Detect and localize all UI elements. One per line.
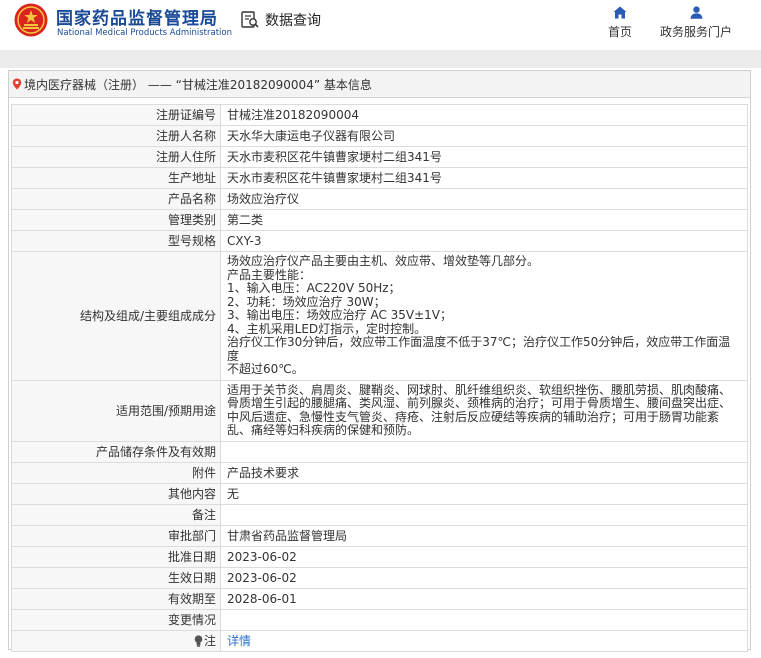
- search-document-icon: [241, 11, 259, 28]
- table-row-scope: 适用范围/预期用途 适用于关节炎、肩周炎、腱鞘炎、网球肘、肌纤维组织炎、软组织挫…: [11, 379, 748, 442]
- scope-line: 适用于关节炎、肩周炎、腱鞘炎、网球肘、肌纤维组织炎、软组织挫伤、腰肌劳损、肌肉酸…: [227, 382, 732, 397]
- panel-title-bar: 境内医疗器械（注册） —— “甘械注准20182090004” 基本信息: [9, 71, 750, 98]
- structure-value: 场效应治疗仪产品主要由主机、效应带、增效垫等几部分。 产品主要性能： 1、输入电…: [220, 251, 748, 381]
- field-value: 2023-06-02: [220, 545, 748, 568]
- field-label: 审批部门: [11, 524, 221, 547]
- location-pin-icon: [12, 78, 22, 90]
- field-label: 注册人住所: [11, 146, 221, 168]
- field-label: 适用范围/预期用途: [11, 379, 221, 442]
- field-label: 附件: [11, 461, 221, 484]
- national-emblem-logo[interactable]: [14, 3, 48, 37]
- field-label: 有效期至: [11, 587, 221, 610]
- field-label: 其他内容: [11, 482, 221, 505]
- field-value: [220, 608, 748, 631]
- field-value: 天水市麦积区花牛镇曹家埂村二组341号: [220, 167, 748, 189]
- note-label-cell: 注: [11, 629, 221, 652]
- field-value: [220, 440, 748, 463]
- table-row-structure: 结构及组成/主要组成成分 场效应治疗仪产品主要由主机、效应带、增效垫等几部分。 …: [11, 251, 748, 381]
- field-value: 无: [220, 482, 748, 505]
- info-table: 注册证编号 甘械注准20182090004 注册人名称 天水华大康运电子仪器有限…: [11, 104, 748, 652]
- field-value: 场效应治疗仪: [220, 188, 748, 210]
- field-label: 批准日期: [11, 545, 221, 568]
- field-label: 生效日期: [11, 566, 221, 589]
- structure-line: 1、输入电压：AC220V 50Hz；: [227, 281, 401, 295]
- table-row: 产品储存条件及有效期: [11, 440, 748, 463]
- field-value: 甘肃省药品监督管理局: [220, 524, 748, 547]
- header-divider: [0, 50, 761, 68]
- field-label: 注册人名称: [11, 125, 221, 147]
- table-row: 变更情况: [11, 608, 748, 631]
- note-label: 注: [203, 633, 216, 648]
- table-row: 批准日期 2023-06-02: [11, 545, 748, 568]
- field-label: 备注: [11, 503, 221, 526]
- field-label: 管理类别: [11, 209, 221, 231]
- scope-line: 中风后遗症、急慢性支气管炎、痔疮、注射后反应硬结等疾病的辅助治疗；可用于肠胃功能…: [227, 409, 720, 424]
- table-row: 管理类别 第二类: [11, 209, 748, 231]
- structure-line: 不超过60℃。: [227, 362, 304, 376]
- nav-home[interactable]: 首页: [604, 6, 636, 40]
- table-row: 审批部门 甘肃省药品监督管理局: [11, 524, 748, 547]
- structure-line: 2、功耗：场效应治疗 30W；: [227, 294, 386, 309]
- scope-line: 乱、痛经等妇科疾病的保健和预防。: [227, 423, 420, 437]
- field-value: 2028-06-01: [220, 587, 748, 610]
- user-icon: [690, 6, 702, 19]
- structure-line: 3、输出电压：场效应治疗 AC 35V±1V；: [227, 308, 453, 322]
- table-row: 生效日期 2023-06-02: [11, 566, 748, 589]
- nav-gov-portal-label: 政务服务门户: [659, 25, 732, 39]
- field-value: 产品技术要求: [220, 461, 748, 484]
- table-row: 生产地址 天水市麦积区花牛镇曹家埂村二组341号: [11, 167, 748, 189]
- field-value: 甘械注准20182090004: [220, 104, 748, 126]
- scope-line: 骨质增生引起的腰腿痛、类风湿、前列腺炎、颈椎病的治疗；可用于骨质增生、腰间盘突出…: [227, 396, 732, 410]
- table-row: 型号规格 CXY-3: [11, 230, 748, 252]
- note-value: 详情: [220, 629, 748, 652]
- table-row: 其他内容 无: [11, 482, 748, 505]
- basic-info-panel: 境内医疗器械（注册） —— “甘械注准20182090004” 基本信息 注册证…: [8, 70, 751, 652]
- lightbulb-icon: [194, 634, 203, 647]
- table-row: 产品名称 场效应治疗仪: [11, 188, 748, 210]
- data-query-link[interactable]: 数据查询: [240, 7, 321, 33]
- scope-value: 适用于关节炎、肩周炎、腱鞘炎、网球肘、肌纤维组织炎、软组织挫伤、腰肌劳损、肌肉酸…: [220, 379, 748, 442]
- field-label: 变更情况: [11, 608, 221, 631]
- structure-line: 产品主要性能：: [227, 267, 312, 282]
- field-label: 产品储存条件及有效期: [11, 440, 221, 463]
- field-label: 生产地址: [11, 167, 221, 189]
- table-row: 注册人名称 天水华大康运电子仪器有限公司: [11, 125, 748, 147]
- field-value: 天水华大康运电子仪器有限公司: [220, 125, 748, 147]
- table-row-note: 注 详情: [11, 629, 748, 652]
- table-row: 备注: [11, 503, 748, 526]
- nav-gov-portal[interactable]: 政务服务门户: [656, 6, 736, 40]
- home-icon: [613, 6, 627, 19]
- field-label: 结构及组成/主要组成成分: [11, 251, 221, 381]
- structure-line: 治疗仪工作30分钟后，效应带工作面温度不低于37℃；治疗仪工作50分钟后，效应带…: [227, 335, 731, 363]
- field-value: [220, 503, 748, 526]
- field-value: 2023-06-02: [220, 566, 748, 589]
- nav-home-label: 首页: [607, 25, 632, 39]
- panel-title: 境内医疗器械（注册） —— “甘械注准20182090004” 基本信息: [24, 77, 372, 92]
- brand-name-en[interactable]: National Medical Products Administration: [57, 28, 232, 38]
- structure-line: 场效应治疗仪产品主要由主机、效应带、增效垫等几部分。: [227, 254, 540, 268]
- structure-line: 4、主机采用LED灯指示，定时控制。: [227, 321, 427, 336]
- field-label: 产品名称: [11, 188, 221, 210]
- table-row: 注册人住所 天水市麦积区花牛镇曹家埂村二组341号: [11, 146, 748, 168]
- field-label: 注册证编号: [11, 104, 221, 126]
- field-value: 第二类: [220, 209, 748, 231]
- details-link[interactable]: 详情: [227, 634, 251, 648]
- field-label: 型号规格: [11, 230, 221, 252]
- table-row: 有效期至 2028-06-01: [11, 587, 748, 610]
- data-query-label: 数据查询: [265, 13, 321, 29]
- site-header: 国家药品监督管理局 National Medical Products Admi…: [0, 0, 761, 50]
- table-row: 附件 产品技术要求: [11, 461, 748, 484]
- field-value: 天水市麦积区花牛镇曹家埂村二组341号: [220, 146, 748, 168]
- brand-name-cn[interactable]: 国家药品监督管理局: [56, 4, 218, 29]
- field-value: CXY-3: [220, 230, 748, 252]
- table-row: 注册证编号 甘械注准20182090004: [11, 104, 748, 126]
